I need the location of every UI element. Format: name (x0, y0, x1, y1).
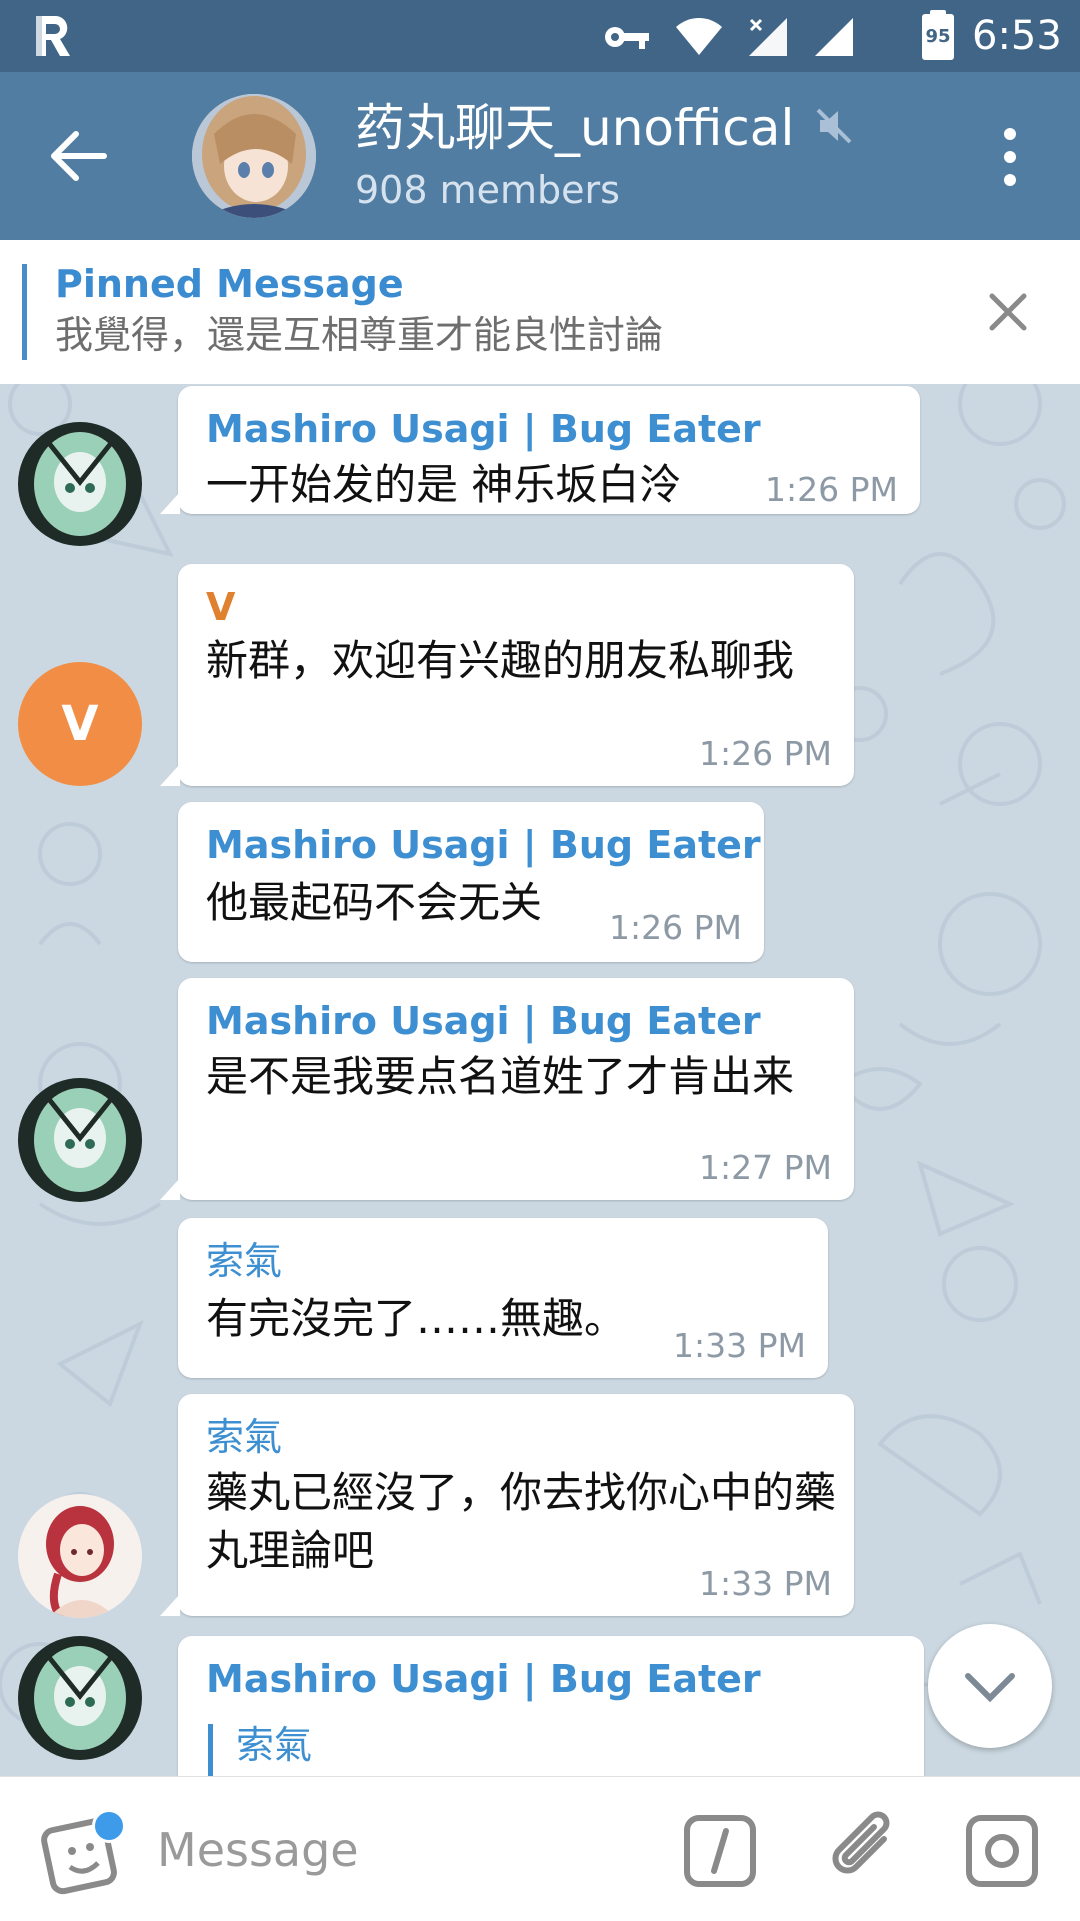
pinned-accent-line (22, 264, 27, 360)
green-hair-avatar-image (18, 1636, 142, 1760)
message-time: 1:33 PM (699, 1564, 832, 1603)
message-bubble[interactable]: Mashiro Usagi | Bug Eater 索氣 (178, 1636, 924, 1776)
sender-name[interactable]: Mashiro Usagi | Bug Eater (206, 404, 761, 454)
sender-name[interactable]: Mashiro Usagi | Bug Eater (206, 996, 761, 1046)
avatar-initial: V (61, 696, 99, 752)
sender-name[interactable]: Mashiro Usagi | Bug Eater (206, 820, 761, 870)
message-time: 1:26 PM (765, 470, 898, 509)
scroll-to-bottom-button[interactable] (928, 1624, 1052, 1748)
member-count: 908 members (355, 168, 620, 212)
group-avatar[interactable] (192, 94, 316, 218)
anime-girl-avatar-image (192, 94, 316, 218)
message-bubble[interactable]: Mashiro Usagi | Bug Eater 是不是我要点名道姓了才肯出来… (160, 978, 854, 1200)
message-text: 藥丸已經沒了，你去找你心中的藥丸理論吧 (206, 1468, 837, 1575)
message-time: 1:27 PM (699, 1148, 832, 1187)
muted-icon (816, 108, 852, 144)
pinned-title: Pinned Message (55, 262, 404, 306)
pinned-text: 我覺得，還是互相尊重才能良性討論 (55, 313, 664, 357)
green-hair-avatar-image (18, 422, 142, 546)
pinned-message-bar[interactable]: Pinned Message 我覺得，還是互相尊重才能良性討論 (0, 240, 1080, 384)
sender-name[interactable]: 索氣 (206, 1412, 282, 1462)
wifi-icon (676, 18, 722, 55)
bot-command-icon[interactable] (682, 1813, 758, 1889)
sender-avatar[interactable] (18, 1494, 142, 1618)
message-bubble[interactable]: Mashiro Usagi | Bug Eater 一开始发的是 神乐坂白泠 1… (160, 386, 920, 514)
app-logo-icon (36, 16, 70, 56)
status-icons (603, 14, 855, 60)
message-bubble[interactable]: V 新群，欢迎有兴趣的朋友私聊我 1:26 PM (160, 564, 854, 786)
vpn-key-icon (605, 27, 649, 49)
message-time: 1:26 PM (609, 908, 742, 947)
cell-signal-icon (815, 18, 853, 56)
close-icon[interactable] (984, 288, 1032, 336)
status-bar: 95 6:53 (0, 0, 1080, 72)
message-bubble[interactable]: 索氣 藥丸已經沒了，你去找你心中的藥丸理論吧 1:33 PM (160, 1394, 854, 1616)
sender-name[interactable]: 索氣 (206, 1236, 282, 1286)
message-time: 1:26 PM (699, 734, 832, 773)
red-hair-avatar-image (18, 1494, 142, 1618)
sender-name[interactable]: Mashiro Usagi | Bug Eater (206, 1654, 761, 1704)
back-arrow-icon[interactable] (40, 124, 126, 188)
message-input[interactable] (155, 1813, 659, 1887)
sender-avatar[interactable] (18, 422, 142, 546)
reply-accent-line (208, 1724, 213, 1776)
message-composer (0, 1776, 1080, 1921)
new-stickers-dot (92, 1809, 126, 1843)
sender-avatar[interactable]: V (18, 662, 142, 786)
message-bubble[interactable]: 索氣 有完沒完了……無趣。 1:33 PM (178, 1218, 828, 1378)
message-text: 新群，欢迎有兴趣的朋友私聊我 (206, 636, 795, 685)
more-vert-icon[interactable] (990, 122, 1030, 192)
camera-icon[interactable] (964, 1813, 1040, 1889)
chevron-down-icon (965, 1673, 1015, 1703)
reply-sender-name[interactable]: 索氣 (236, 1720, 312, 1770)
message-text: 一开始发的是 神乐坂白泠 (206, 460, 682, 509)
clock: 6:53 (972, 13, 1062, 59)
message-bubble[interactable]: Mashiro Usagi | Bug Eater 他最起码不会无关 1:26 … (178, 802, 764, 962)
message-text: 有完沒完了……無趣。 (206, 1294, 627, 1343)
sender-avatar[interactable] (18, 1636, 142, 1760)
message-text: 他最起码不会无关 (206, 878, 543, 927)
green-hair-avatar-image (18, 1078, 142, 1202)
message-list[interactable]: Mashiro Usagi | Bug Eater 一开始发的是 神乐坂白泠 1… (0, 384, 1080, 1776)
sender-avatar[interactable] (18, 1078, 142, 1202)
sender-name[interactable]: V (206, 582, 235, 632)
battery-level: 95 (925, 26, 951, 47)
message-time: 1:33 PM (673, 1326, 806, 1365)
chat-header: 药丸聊天_unoffical 908 members (0, 72, 1080, 240)
chat-title[interactable]: 药丸聊天_unoffical (355, 94, 794, 162)
attach-icon[interactable] (826, 1809, 906, 1889)
cell-signal-icon (749, 18, 787, 56)
message-text: 是不是我要点名道姓了才肯出来 (206, 1052, 795, 1101)
